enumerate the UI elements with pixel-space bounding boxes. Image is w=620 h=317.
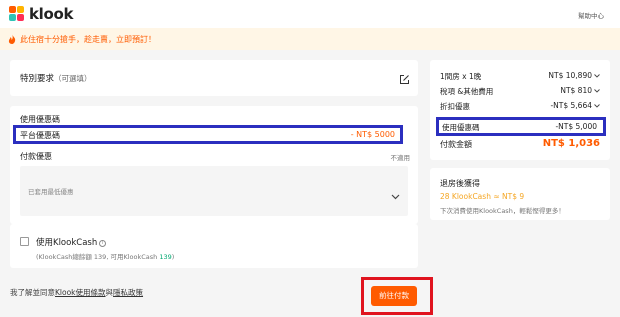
payment-discount-status: 不適用	[390, 154, 411, 162]
klookcash-balance-text: (KlookCash總餘額 139, 可用KlookCash	[36, 253, 160, 261]
proceed-to-payment-button[interactable]: 前往付款	[371, 286, 417, 306]
price-row-value: NT$ 810	[560, 86, 592, 95]
price-row-label: 稅項 &其他費用	[440, 87, 494, 96]
payment-discount-label: 付款優惠	[20, 152, 52, 161]
earn-title: 退房後獲得	[440, 179, 480, 188]
klookcash-balance: (KlookCash總餘額 139, 可用KlookCash 139)	[36, 251, 174, 261]
klook-logo[interactable]: klook	[9, 5, 74, 23]
price-row-label: 折扣優惠	[440, 102, 470, 111]
klookcash-available: 139	[159, 253, 172, 261]
brand-name: klook	[29, 5, 74, 23]
fire-icon	[8, 34, 16, 44]
top-bar: klook 幫助中心	[0, 0, 620, 28]
discount-select[interactable]: 已套用最低優惠	[20, 166, 408, 216]
price-row-discount[interactable]: 折扣優惠 -NT$ 5,664	[440, 101, 600, 112]
price-row-tax[interactable]: 稅項 &其他費用 NT$ 810	[440, 86, 600, 97]
terms-prefix: 我了解並同意	[10, 288, 55, 297]
privacy-policy-link[interactable]: 隱私政策	[113, 288, 143, 297]
terms-mid: 與	[105, 288, 114, 297]
urgency-text: 此住宿十分搶手，趁走賣，立即預訂！	[20, 34, 156, 44]
total-amount: NT$ 1,036	[542, 138, 600, 149]
klookcash-title: 使用KlookCash i	[36, 236, 107, 248]
klookcash-balance-end: )	[171, 253, 175, 261]
special-request-optional: （可選填）	[54, 74, 92, 83]
price-row-value: NT$ 10,890	[548, 71, 592, 80]
chevron-down-icon	[592, 71, 600, 80]
edit-icon[interactable]	[399, 70, 410, 89]
earn-amount: 28 KlookCash ≈ NT$ 9	[440, 192, 524, 201]
total-row: 付款金額 NT$ 1,036	[440, 138, 600, 150]
terms-of-use-link[interactable]: Klook使用條款	[55, 288, 106, 297]
earn-klookcash-card: 退房後獲得 28 KlookCash ≈ NT$ 9 下次消費使用KlookCa…	[430, 168, 610, 220]
price-summary-card: 1間房 x 1晚 NT$ 10,890 稅項 &其他費用 NT$ 810 折扣優…	[430, 60, 610, 160]
chevron-down-icon	[391, 185, 400, 204]
klookcash-card: 使用KlookCash i (KlookCash總餘額 139, 可用KlookC…	[10, 224, 418, 268]
klook-logo-icon	[9, 6, 25, 22]
discount-select-value: 已套用最低優惠	[28, 188, 74, 196]
chevron-down-icon	[592, 101, 600, 110]
coupon-summary-row: 使用優惠碼 -NT$ 5,000	[436, 117, 606, 136]
earn-description: 下次消費使用KlookCash，輕鬆慳得更多！	[440, 207, 565, 215]
coupon-summary-label: 使用優惠碼	[442, 123, 480, 132]
info-icon[interactable]: i	[99, 240, 107, 247]
coupon-title: 使用優惠碼	[20, 115, 60, 124]
pay-button-highlight: 前往付款	[361, 277, 433, 315]
total-label: 付款金額	[440, 140, 472, 149]
terms-notice: 我了解並同意Klook使用條款與隱私政策	[10, 287, 143, 298]
price-row-room[interactable]: 1間房 x 1晚 NT$ 10,890	[440, 71, 600, 82]
price-row-value: -NT$ 5,664	[550, 101, 592, 110]
urgency-banner: 此住宿十分搶手，趁走賣，立即預訂！	[0, 28, 620, 50]
klookcash-checkbox[interactable]	[20, 237, 29, 246]
help-center-link[interactable]: 幫助中心	[578, 10, 604, 20]
special-request-label: 特別要求	[20, 74, 55, 84]
platform-coupon-row: 平台優惠碼 - NT$ 5000	[13, 125, 403, 144]
coupon-card: 使用優惠碼 平台優惠碼 - NT$ 5000 付款優惠 不適用 已套用最低優惠	[10, 106, 418, 224]
platform-coupon-label: 平台優惠碼	[20, 131, 60, 140]
price-row-label: 1間房 x 1晚	[440, 72, 482, 81]
platform-coupon-value: - NT$ 5000	[350, 130, 395, 139]
klookcash-label: 使用KlookCash	[36, 238, 98, 248]
earn-cash-amount: 28 KlookCash	[440, 192, 491, 201]
special-request-title: 特別要求（可選填）	[20, 72, 92, 84]
coupon-summary-value: -NT$ 5,000	[555, 122, 597, 131]
chevron-down-icon	[592, 86, 600, 95]
special-request-card[interactable]: 特別要求（可選填）	[10, 60, 418, 96]
earn-cash-equiv: ≈ NT$ 9	[490, 192, 525, 201]
